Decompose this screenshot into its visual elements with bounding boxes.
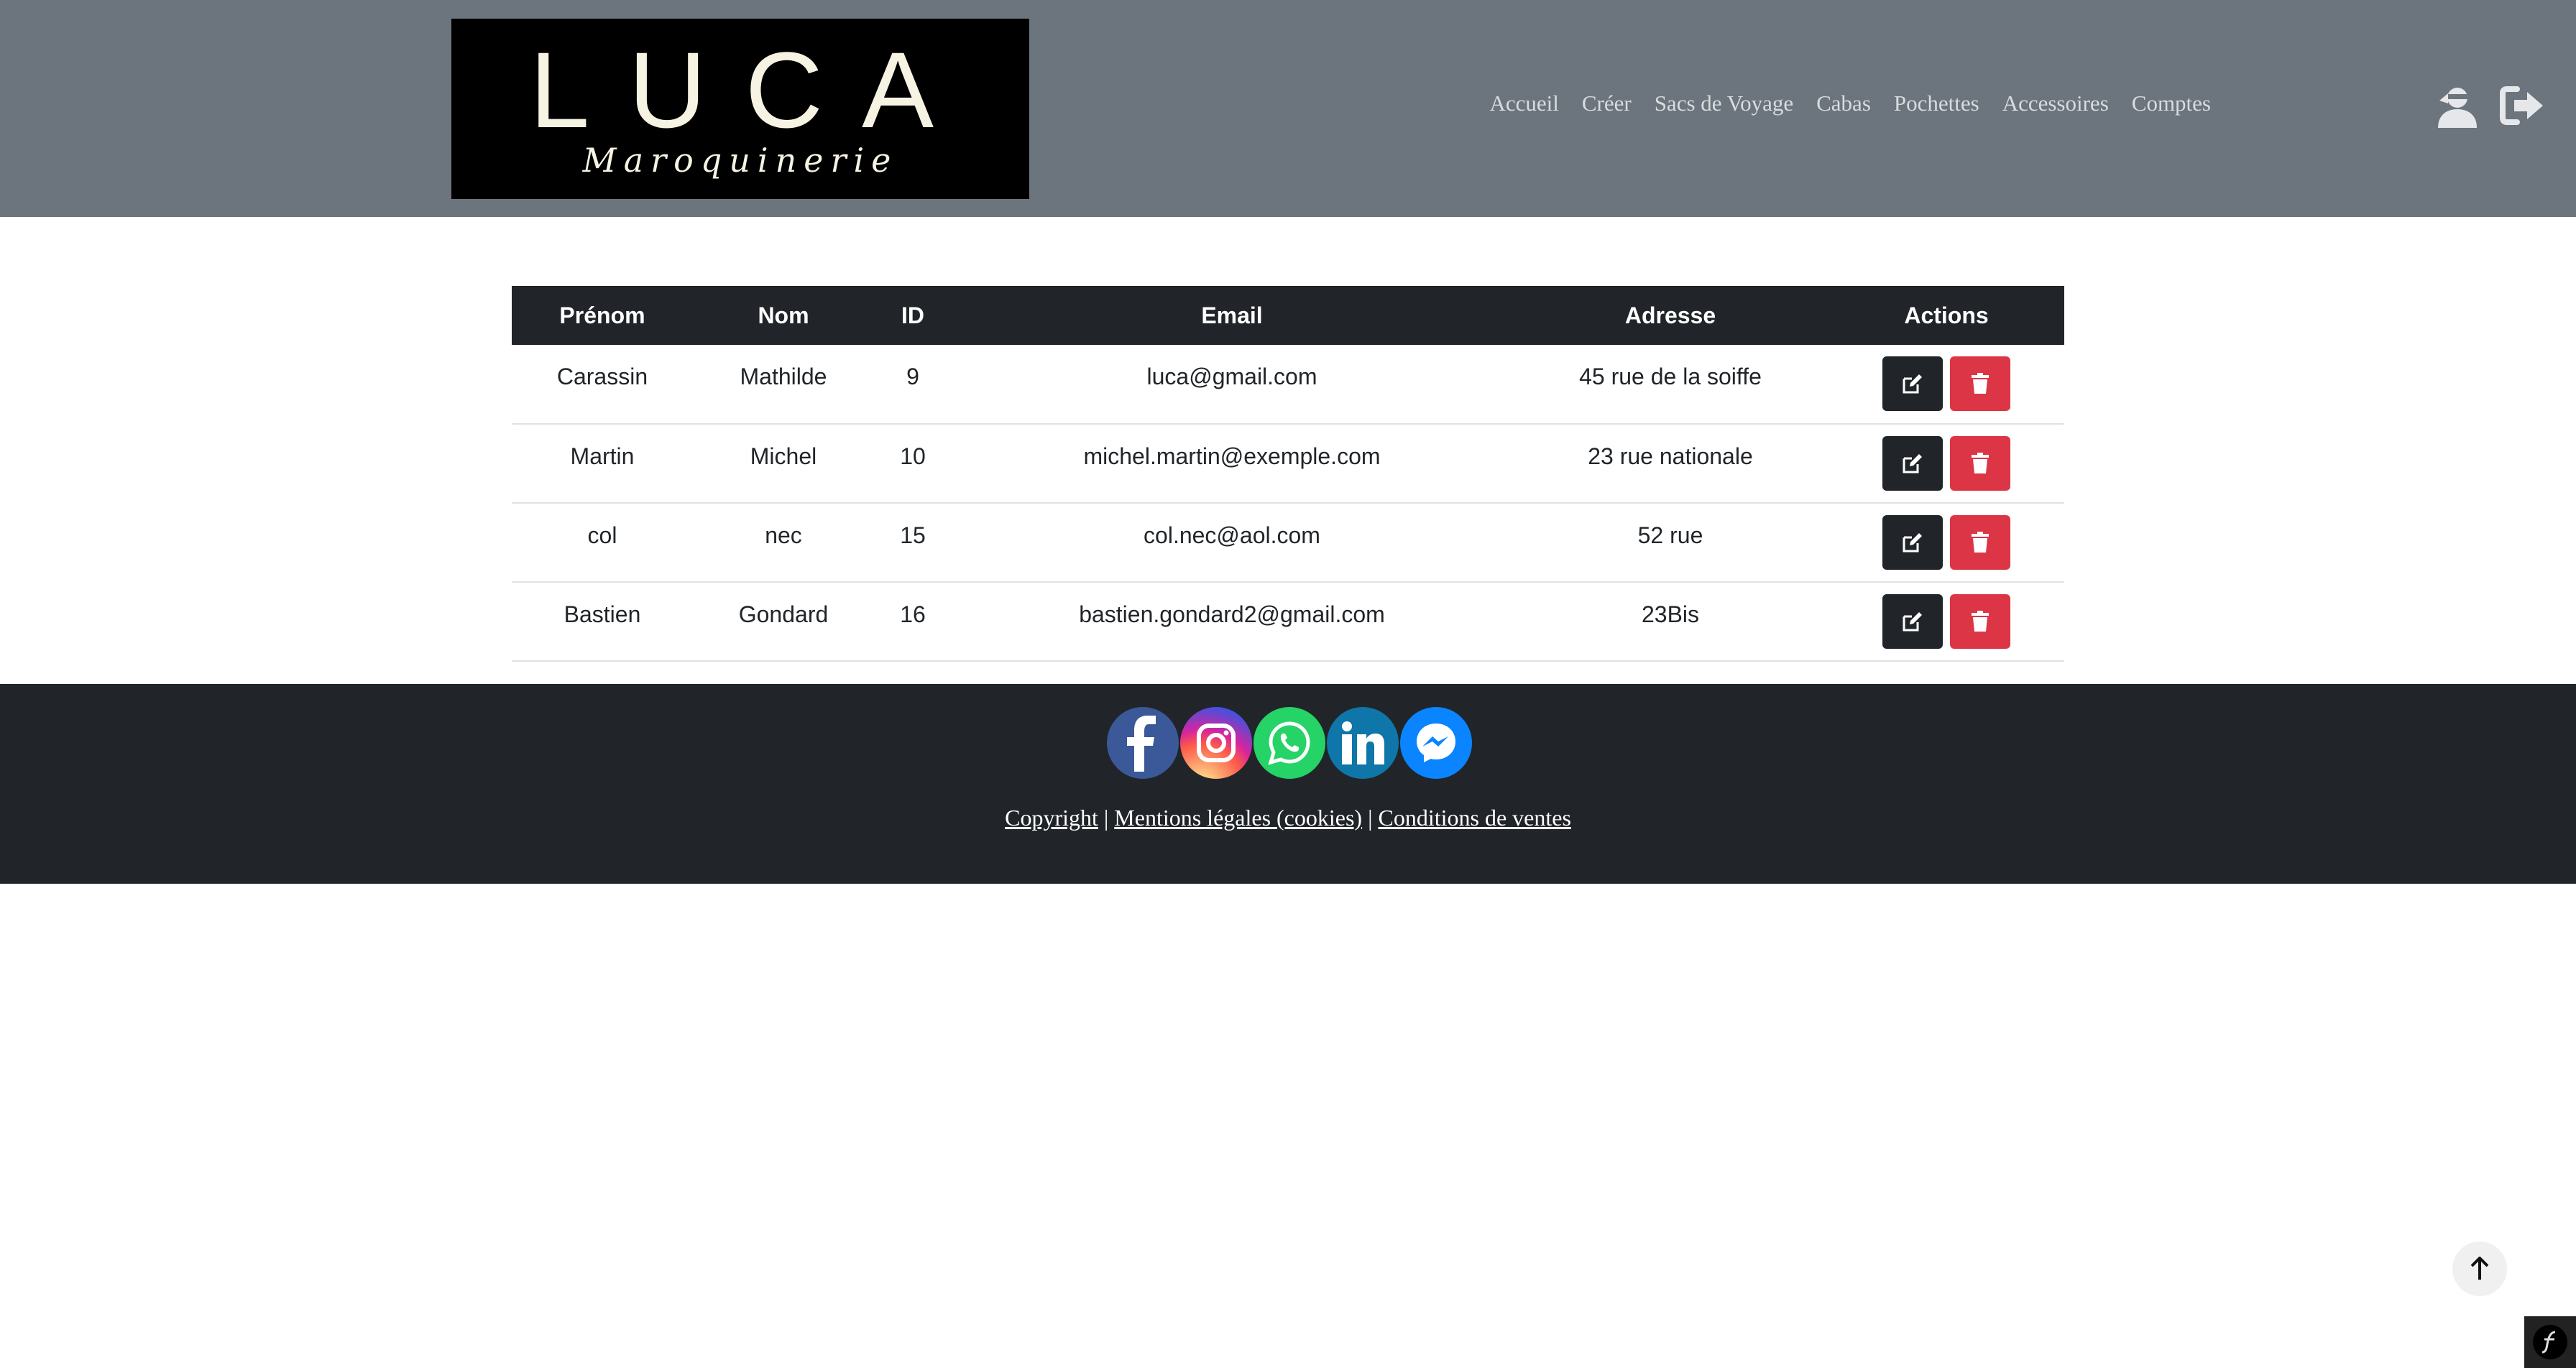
trash-icon <box>1972 611 1989 632</box>
edit-button[interactable] <box>1882 436 1943 491</box>
cell-email: bastien.gondard2@gmail.com <box>952 582 1512 662</box>
table-row: Bastien Gondard 16 bastien.gondard2@gmai… <box>512 582 2064 662</box>
delete-button[interactable] <box>1950 594 2010 649</box>
symfony-toolbar-toggle[interactable] <box>2524 1316 2576 1368</box>
link-separator: | <box>1103 805 1109 831</box>
header-adresse: Adresse <box>1512 286 1828 345</box>
cell-email: luca@gmail.com <box>952 345 1512 425</box>
nav-accueil[interactable]: Accueil <box>1489 91 1558 116</box>
conditions-de-ventes-link[interactable]: Conditions de ventes <box>1378 805 1570 831</box>
delete-button[interactable] <box>1950 436 2010 491</box>
nav-accessoires[interactable]: Accessoires <box>2002 91 2109 116</box>
site-footer: Copyright | Mentions légales (cookies) |… <box>0 684 2576 884</box>
link-separator: | <box>1368 805 1373 831</box>
header-nom: Nom <box>693 286 874 345</box>
brand-logo[interactable]: LUCA Maroquinerie <box>451 19 1029 199</box>
header-email: Email <box>952 286 1512 345</box>
footer-links: Copyright | Mentions légales (cookies) |… <box>0 805 2576 831</box>
copyright-link[interactable]: Copyright <box>1005 805 1098 831</box>
social-links <box>1107 707 1472 779</box>
trash-icon <box>1972 373 1989 394</box>
logo-title: LUCA <box>529 29 973 150</box>
cell-adresse: 23Bis <box>1512 582 1828 662</box>
edit-button[interactable] <box>1882 356 1943 411</box>
sign-out-icon[interactable] <box>2498 82 2546 129</box>
main-nav: Accueil Créer Sacs de Voyage Cabas Poche… <box>1489 91 2211 116</box>
cell-nom: nec <box>693 503 874 583</box>
edit-button[interactable] <box>1882 594 1943 649</box>
nav-cabas[interactable]: Cabas <box>1816 91 1871 116</box>
cell-prenom: Martin <box>512 424 693 504</box>
cell-prenom: col <box>512 503 693 583</box>
cell-id: 9 <box>874 345 952 425</box>
nav-comptes[interactable]: Comptes <box>2132 91 2211 116</box>
trash-icon <box>1972 532 1989 553</box>
delete-button[interactable] <box>1950 356 2010 411</box>
delete-button[interactable] <box>1950 515 2010 570</box>
edit-icon <box>1903 374 1922 394</box>
arrow-up-icon <box>2470 1257 2489 1280</box>
edit-icon <box>1903 454 1922 473</box>
nav-sacs-de-voyage[interactable]: Sacs de Voyage <box>1655 91 1793 116</box>
cell-nom: Mathilde <box>693 345 874 425</box>
header-id: ID <box>874 286 952 345</box>
header-actions: Actions <box>1828 286 2064 345</box>
cell-actions <box>1828 424 2064 504</box>
facebook-icon[interactable] <box>1107 707 1179 779</box>
cell-nom: Gondard <box>693 582 874 662</box>
cell-id: 15 <box>874 503 952 583</box>
cell-prenom: Bastien <box>512 582 693 662</box>
edit-button[interactable] <box>1882 515 1943 570</box>
cell-id: 16 <box>874 582 952 662</box>
cell-nom: Michel <box>693 424 874 504</box>
edit-icon <box>1903 612 1922 632</box>
table-row: col nec 15 col.nec@aol.com 52 rue <box>512 503 2064 583</box>
table-row: Carassin Mathilde 9 luca@gmail.com 45 ru… <box>512 345 2064 425</box>
edit-icon <box>1903 533 1922 553</box>
nav-creer[interactable]: Créer <box>1582 91 1632 116</box>
site-header: LUCA Maroquinerie Accueil Créer Sacs de … <box>0 0 2576 217</box>
cell-adresse: 45 rue de la soiffe <box>1512 345 1828 425</box>
cell-id: 10 <box>874 424 952 504</box>
symfony-icon <box>2533 1325 2567 1359</box>
cell-adresse: 52 rue <box>1512 503 1828 583</box>
accounts-table: Prénom Nom ID Email Adresse Actions Cara… <box>512 286 2064 662</box>
cell-actions <box>1828 582 2064 662</box>
cell-actions <box>1828 345 2064 425</box>
messenger-icon[interactable] <box>1400 707 1472 779</box>
instagram-icon[interactable] <box>1180 707 1252 779</box>
table-header-row: Prénom Nom ID Email Adresse Actions <box>512 286 2064 345</box>
cell-actions <box>1828 503 2064 583</box>
cell-prenom: Carassin <box>512 345 693 425</box>
table-row: Martin Michel 10 michel.martin@exemple.c… <box>512 424 2064 504</box>
scroll-to-top-button[interactable] <box>2452 1242 2507 1296</box>
linkedin-icon[interactable] <box>1327 707 1399 779</box>
cell-adresse: 23 rue nationale <box>1512 424 1828 504</box>
trash-icon <box>1972 453 1989 473</box>
mentions-legales-link[interactable]: Mentions légales (cookies) <box>1114 805 1362 831</box>
whatsapp-icon[interactable] <box>1254 707 1325 779</box>
user-ninja-icon[interactable] <box>2434 82 2481 129</box>
header-prenom: Prénom <box>512 286 693 345</box>
logo-subtitle: Maroquinerie <box>582 141 898 180</box>
nav-pochettes[interactable]: Pochettes <box>1894 91 1979 116</box>
cell-email: michel.martin@exemple.com <box>952 424 1512 504</box>
cell-email: col.nec@aol.com <box>952 503 1512 583</box>
